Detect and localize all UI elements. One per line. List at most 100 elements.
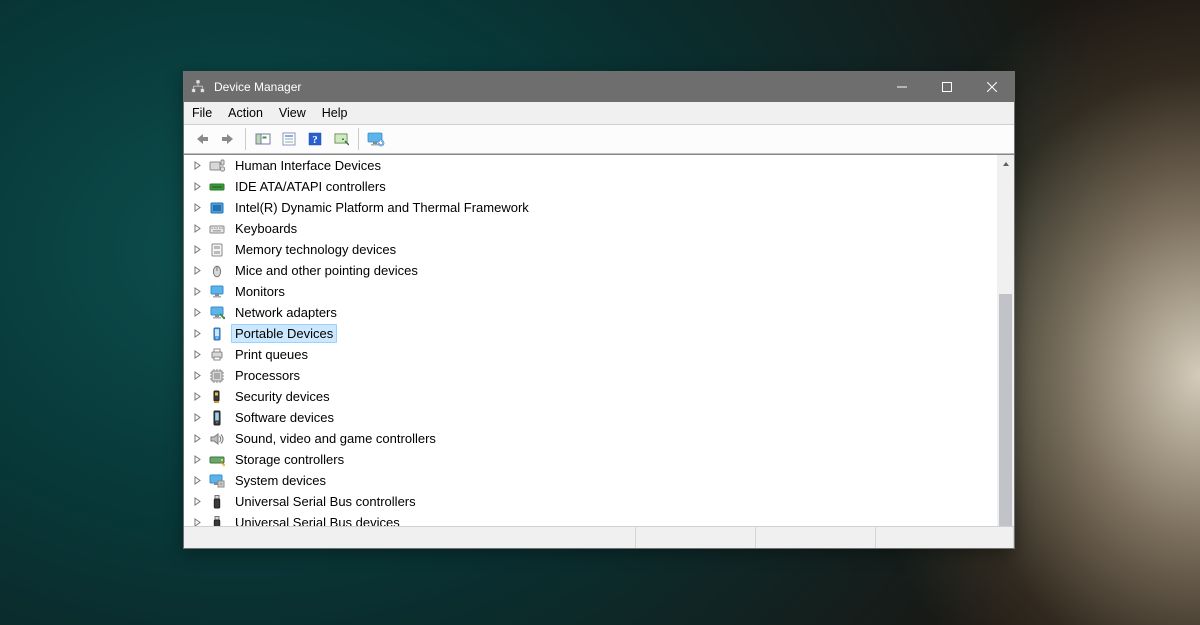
memory-icon <box>209 242 225 258</box>
device-manager-window: Device Manager File Action View Help <box>183 71 1015 549</box>
expander-icon[interactable] <box>192 160 203 171</box>
toolbar-help-button[interactable]: ? <box>303 128 327 151</box>
monitor-glyph-icon <box>367 132 385 147</box>
scan-icon <box>333 132 349 146</box>
keyboard-icon <box>209 221 225 237</box>
device-tree[interactable]: Human Interface Devices IDE ATA/ATAPI con… <box>184 155 997 526</box>
tree-item[interactable]: Keyboards <box>184 218 997 239</box>
tree-item[interactable]: Intel(R) Dynamic Platform and Thermal Fr… <box>184 197 997 218</box>
expander-icon[interactable] <box>192 181 203 192</box>
menu-file[interactable]: File <box>184 102 220 124</box>
expander-icon[interactable] <box>192 286 203 297</box>
titlebar[interactable]: Device Manager <box>184 72 1014 102</box>
tree-item-label: Human Interface Devices <box>231 156 385 175</box>
expander-icon[interactable] <box>192 475 203 486</box>
tree-item-label: Memory technology devices <box>231 240 400 259</box>
expander-icon[interactable] <box>192 391 203 402</box>
expander-icon[interactable] <box>192 307 203 318</box>
portable-icon <box>209 326 225 342</box>
statusbar-cell <box>636 527 756 548</box>
storage-icon <box>209 452 225 468</box>
menu-view[interactable]: View <box>271 102 314 124</box>
toolbar-forward-button[interactable] <box>216 128 240 151</box>
tree-item-label: Keyboards <box>231 219 301 238</box>
tree-item-label: Security devices <box>231 387 334 406</box>
close-button[interactable] <box>969 72 1014 102</box>
toolbar-back-button[interactable] <box>190 128 214 151</box>
vertical-scrollbar[interactable] <box>997 155 1014 526</box>
expander-icon[interactable] <box>192 223 203 234</box>
content-area: Human Interface Devices IDE ATA/ATAPI con… <box>184 154 1014 526</box>
expander-icon[interactable] <box>192 454 203 465</box>
tree-item[interactable]: System devices <box>184 470 997 491</box>
tree-item-label: Software devices <box>231 408 338 427</box>
tree-item-label: Universal Serial Bus controllers <box>231 492 420 511</box>
tree-item-label: Mice and other pointing devices <box>231 261 422 280</box>
scrollbar-thumb[interactable] <box>999 294 1012 526</box>
monitor-icon <box>209 284 225 300</box>
tree-item[interactable]: Print queues <box>184 344 997 365</box>
tree-item-label: Monitors <box>231 282 289 301</box>
tree-item-label: Network adapters <box>231 303 341 322</box>
expander-icon[interactable] <box>192 496 203 507</box>
toolbar-properties-button[interactable] <box>277 128 301 151</box>
sound-icon <box>209 431 225 447</box>
tree-item-label: Sound, video and game controllers <box>231 429 440 448</box>
minimize-button[interactable] <box>879 72 924 102</box>
properties-icon <box>281 132 297 146</box>
tree-item-label: Print queues <box>231 345 312 364</box>
tree-item[interactable]: Universal Serial Bus devices <box>184 512 997 526</box>
tree-item[interactable]: Monitors <box>184 281 997 302</box>
expander-icon[interactable] <box>192 370 203 381</box>
toolbar-scan-button[interactable] <box>329 128 353 151</box>
cpu-icon <box>209 368 225 384</box>
tree-item[interactable]: Software devices <box>184 407 997 428</box>
tree-item-label: IDE ATA/ATAPI controllers <box>231 177 390 196</box>
security-icon <box>209 389 225 405</box>
window-title: Device Manager <box>214 80 301 94</box>
toolbar-separator <box>245 128 246 150</box>
tree-item[interactable]: Sound, video and game controllers <box>184 428 997 449</box>
tree-item[interactable]: Portable Devices <box>184 323 997 344</box>
expander-icon[interactable] <box>192 244 203 255</box>
expander-icon[interactable] <box>192 517 203 526</box>
statusbar-cell <box>876 527 1014 548</box>
tree-item[interactable]: Memory technology devices <box>184 239 997 260</box>
expander-icon[interactable] <box>192 328 203 339</box>
tree-item[interactable]: Network adapters <box>184 302 997 323</box>
network-icon <box>209 305 225 321</box>
tree-item[interactable]: Universal Serial Bus controllers <box>184 491 997 512</box>
app-icon <box>190 79 206 95</box>
tree-item[interactable]: Security devices <box>184 386 997 407</box>
menu-help[interactable]: Help <box>314 102 356 124</box>
tree-item-label: Universal Serial Bus devices <box>231 513 404 526</box>
tree-item-label: System devices <box>231 471 330 490</box>
system-icon <box>209 473 225 489</box>
tree-item[interactable]: Mice and other pointing devices <box>184 260 997 281</box>
statusbar-cell <box>184 527 636 548</box>
toolbar: ? <box>184 125 1014 154</box>
expander-icon[interactable] <box>192 433 203 444</box>
expander-icon[interactable] <box>192 265 203 276</box>
toolbar-monitor-toggle-button[interactable] <box>364 128 388 151</box>
tree-item-label: Portable Devices <box>231 324 337 343</box>
tree-item-label: Intel(R) Dynamic Platform and Thermal Fr… <box>231 198 533 217</box>
maximize-button[interactable] <box>924 72 969 102</box>
tree-item[interactable]: Storage controllers <box>184 449 997 470</box>
expander-icon[interactable] <box>192 412 203 423</box>
expander-icon[interactable] <box>192 202 203 213</box>
toolbar-show-hidden-button[interactable] <box>251 128 275 151</box>
usb-icon <box>209 494 225 510</box>
scroll-up-arrow-icon[interactable] <box>997 155 1014 172</box>
toolbar-separator <box>358 128 359 150</box>
tree-item[interactable]: IDE ATA/ATAPI controllers <box>184 176 997 197</box>
scrollbar-track[interactable] <box>997 172 1014 509</box>
statusbar-cell <box>756 527 876 548</box>
menu-action[interactable]: Action <box>220 102 271 124</box>
statusbar <box>184 526 1014 548</box>
arrow-right-icon <box>220 132 236 146</box>
expander-icon[interactable] <box>192 349 203 360</box>
tree-item[interactable]: Human Interface Devices <box>184 155 997 176</box>
tree-item[interactable]: Processors <box>184 365 997 386</box>
svg-text:?: ? <box>312 134 318 146</box>
